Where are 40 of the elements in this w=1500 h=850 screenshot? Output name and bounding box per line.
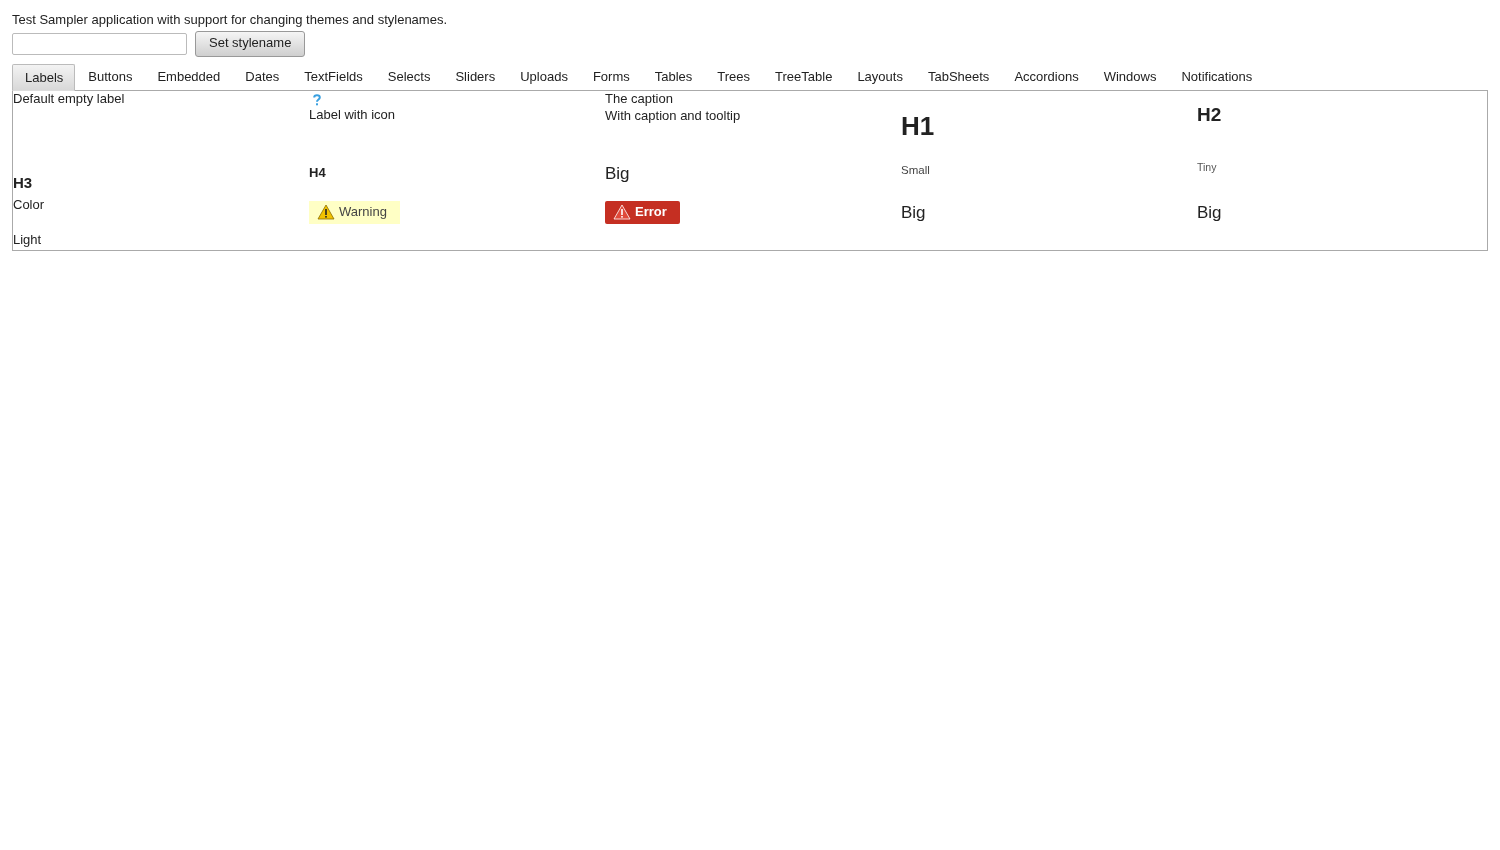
label-text: Color — [13, 196, 45, 214]
tab[interactable]: Layouts — [844, 63, 915, 91]
tab[interactable]: Windows — [1090, 63, 1169, 91]
heading-text: H2 — [1197, 102, 1222, 127]
heading-text: H3 — [13, 172, 33, 193]
set-stylename-button[interactable]: Set stylename — [195, 30, 306, 57]
stylename-field[interactable] — [12, 32, 187, 55]
label-text: Default empty label — [13, 90, 125, 108]
label-text: Big — [605, 162, 630, 185]
label-text: Big — [901, 201, 926, 224]
tab[interactable]: Embedded — [144, 63, 233, 91]
label-text: Big — [1197, 201, 1222, 224]
tab[interactable]: Uploads — [507, 63, 580, 91]
label-text: Light — [13, 231, 42, 249]
tab[interactable]: Notifications — [1168, 63, 1265, 91]
label-text: Small — [901, 162, 930, 178]
tab[interactable]: Sliders — [442, 63, 508, 91]
tab[interactable]: Labels — [12, 63, 76, 91]
question-icon — [313, 93, 321, 106]
tab[interactable]: Forms — [579, 63, 642, 91]
label-text: Label with icon — [309, 106, 395, 124]
error-icon — [613, 204, 631, 221]
tab[interactable]: TreeTable — [762, 63, 845, 91]
tab[interactable]: Selects — [374, 63, 443, 91]
tab[interactable]: Dates — [232, 63, 292, 91]
tab[interactable]: Tables — [641, 63, 705, 91]
tab[interactable]: TabSheets — [914, 63, 1002, 91]
label-text: Error — [635, 203, 667, 221]
intro-text: Test Sampler application with support for changing themes and stylenames. — [12, 12, 448, 29]
tab[interactable]: Accordions — [1001, 63, 1091, 91]
heading-text: H1 — [901, 109, 935, 143]
caption-text: The caption — [605, 90, 673, 108]
label-text: With caption and tooltip — [605, 107, 741, 125]
tab[interactable]: Trees — [704, 63, 763, 91]
label-text: Warning — [339, 203, 387, 221]
tab[interactable]: TextFields — [291, 63, 375, 91]
warning-icon — [317, 204, 335, 221]
tab[interactable]: Buttons — [75, 63, 145, 91]
label-text: Tiny — [1197, 160, 1217, 175]
heading-text: H4 — [309, 164, 326, 182]
